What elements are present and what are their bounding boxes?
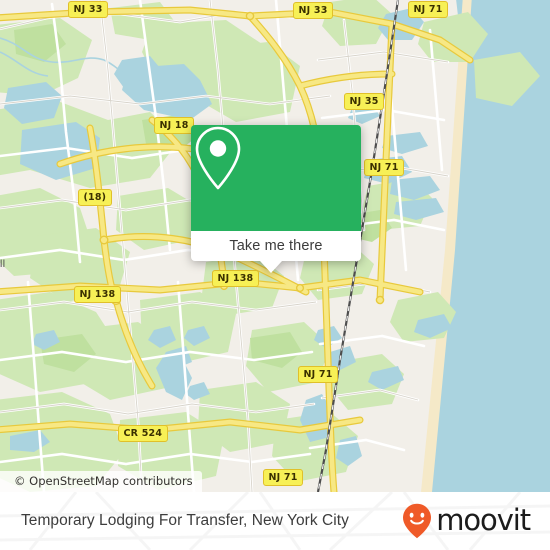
popup-pointer-tail [260,261,282,273]
location-popup-card[interactable]: Take me there [191,125,361,273]
road-shield[interactable]: (18) [78,189,112,206]
road-shield[interactable]: NJ 138 [74,286,121,303]
map-attribution[interactable]: © OpenStreetMap contributors [0,471,202,492]
map-canvas[interactable]: NJ 33 NJ 33 NJ 71 NJ 35 NJ 18 NJ 71 (18)… [0,0,550,492]
moovit-map-screenshot: NJ 33 NJ 33 NJ 71 NJ 35 NJ 18 NJ 71 (18)… [0,0,550,550]
page-title: Temporary Lodging For Transfer, New York… [21,492,349,550]
location-pin-icon [195,126,241,190]
road-shield[interactable]: NJ 71 [364,159,405,176]
attribution-text: © OpenStreetMap contributors [14,474,193,488]
map-place-label: ill [0,259,6,270]
road-shield[interactable]: NJ 138 [212,270,259,287]
road-shield[interactable]: NJ 18 [154,117,195,134]
footer-bar: Temporary Lodging For Transfer, New York… [0,492,550,550]
road-shield[interactable]: NJ 33 [293,2,334,19]
road-shield[interactable]: CR 524 [118,425,168,442]
moovit-wordmark: moovit [436,502,531,537]
take-me-there-label: Take me there [229,238,323,254]
road-shield[interactable]: NJ 35 [344,93,385,110]
popup-image-area [191,125,361,231]
moovit-brand[interactable]: moovit [402,492,531,550]
road-shield[interactable]: NJ 71 [263,469,304,486]
page-title-text: Temporary Lodging For Transfer, New York… [21,512,349,529]
road-shield[interactable]: NJ 71 [408,1,449,18]
moovit-smiley-pin-icon [403,503,432,539]
road-shield[interactable]: NJ 71 [298,366,339,383]
take-me-there-button[interactable]: Take me there [191,231,361,261]
road-shield[interactable]: NJ 33 [68,1,109,18]
